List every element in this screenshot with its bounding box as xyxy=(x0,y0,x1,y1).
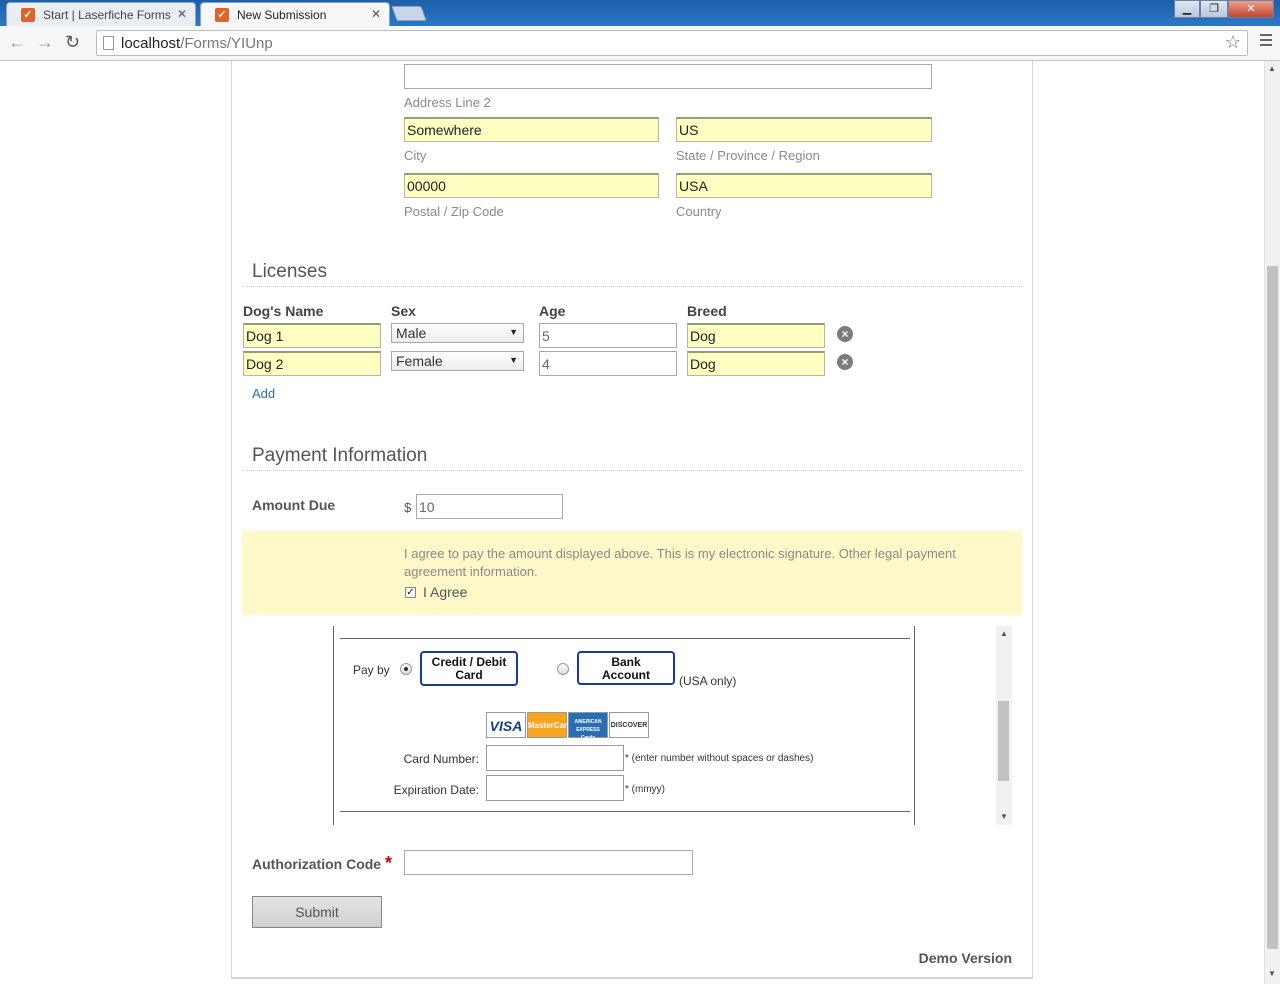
frame-top-rule xyxy=(340,638,910,639)
page-scrollbar[interactable]: ▲ ▼ xyxy=(1264,61,1280,984)
currency-symbol: $ xyxy=(404,500,412,515)
sex-select-value: Male xyxy=(396,325,427,341)
dog-name-input[interactable] xyxy=(243,351,381,376)
state-label: State / Province / Region xyxy=(676,148,820,163)
age-input[interactable] xyxy=(539,323,677,348)
form-content: Address Line 2 City State / Province / R… xyxy=(0,0,1264,984)
scroll-up-arrow-icon[interactable]: ▲ xyxy=(1268,64,1276,73)
amount-due-input[interactable] xyxy=(416,494,563,519)
required-mark: * xyxy=(385,853,393,873)
address-line2-label: Address Line 2 xyxy=(404,95,491,110)
dog-name-input[interactable] xyxy=(243,323,381,348)
card-number-label: Card Number: xyxy=(403,752,479,766)
visa-logo: VISA xyxy=(486,712,526,738)
payment-gateway-frame: Pay by Credit / Debit Card Bank Account (U… xyxy=(333,626,915,825)
discover-logo: DISCOVER xyxy=(609,712,649,738)
usa-only-note: (USA only) xyxy=(679,674,737,688)
payment-title: Payment Information xyxy=(252,445,428,466)
form-panel-bottom xyxy=(231,977,1033,978)
sex-select[interactable]: Male ▼ xyxy=(391,323,524,343)
bank-account-button[interactable]: Bank Account xyxy=(577,651,675,685)
agreement-text: I agree to pay the amount displayed abov… xyxy=(404,546,956,579)
card-number-note: * (enter number without spaces or dashes… xyxy=(625,753,814,764)
mastercard-logo: MasterCard xyxy=(527,712,572,738)
age-input[interactable] xyxy=(539,351,677,376)
sex-select-value: Female xyxy=(396,353,443,369)
scroll-down-arrow-icon[interactable]: ▼ xyxy=(1000,812,1008,821)
payment-divider xyxy=(242,470,1022,471)
pay-by-label: Pay by xyxy=(353,663,390,677)
frame-bottom-rule xyxy=(340,811,910,812)
frame-scrollbar-thumb[interactable] xyxy=(998,701,1009,781)
remove-row-icon[interactable]: × xyxy=(837,354,853,370)
sex-select[interactable]: Female ▼ xyxy=(391,351,524,371)
pay-by-card-radio[interactable] xyxy=(400,663,412,675)
col-breed: Breed xyxy=(687,303,727,319)
pay-by-bank-radio[interactable] xyxy=(557,663,569,675)
zip-label: Postal / Zip Code xyxy=(404,204,504,219)
zip-input[interactable] xyxy=(404,173,659,198)
scroll-down-arrow-icon[interactable]: ▼ xyxy=(1268,969,1276,978)
col-age: Age xyxy=(539,303,566,319)
authorization-code-label: Authorization Code * xyxy=(252,853,393,873)
col-sex: Sex xyxy=(391,303,416,319)
expiration-date-label: Expiration Date: xyxy=(393,783,479,797)
licenses-divider xyxy=(242,286,1022,287)
remove-row-icon[interactable]: × xyxy=(837,326,853,342)
city-input[interactable] xyxy=(404,117,659,142)
chevron-down-icon: ▼ xyxy=(509,355,518,365)
credit-debit-card-button[interactable]: Credit / Debit Card xyxy=(420,651,518,686)
expiration-date-input[interactable] xyxy=(486,775,624,801)
country-label: Country xyxy=(676,204,722,219)
amount-due-label: Amount Due xyxy=(252,497,336,513)
add-row-link[interactable]: Add xyxy=(252,386,275,401)
chevron-down-icon: ▼ xyxy=(509,327,518,337)
amex-logo: AMERICAN EXPRESS Cards xyxy=(568,712,608,741)
agreement-panel: I agree to pay the amount displayed abov… xyxy=(242,531,1022,615)
breed-input[interactable] xyxy=(687,323,825,348)
city-label: City xyxy=(404,148,427,163)
submit-button[interactable]: Submit xyxy=(252,896,382,928)
agree-checkbox[interactable]: ✓ xyxy=(405,587,416,598)
state-input[interactable] xyxy=(676,117,932,142)
scroll-up-arrow-icon[interactable]: ▲ xyxy=(1000,629,1008,638)
card-number-input[interactable] xyxy=(486,745,624,771)
expiration-date-note: * (mmyy) xyxy=(625,784,665,795)
address-line2-input[interactable] xyxy=(404,64,932,89)
scrollbar-thumb[interactable] xyxy=(1267,266,1278,949)
demo-version-label: Demo Version xyxy=(918,950,1012,966)
authorization-code-input[interactable] xyxy=(404,850,693,875)
col-dog-name: Dog's Name xyxy=(243,303,324,319)
licenses-title: Licenses xyxy=(252,261,327,282)
frame-scrollbar[interactable]: ▲ ▼ xyxy=(996,626,1012,825)
country-input[interactable] xyxy=(676,173,932,198)
agree-label: I Agree xyxy=(423,584,468,600)
breed-input[interactable] xyxy=(687,351,825,376)
